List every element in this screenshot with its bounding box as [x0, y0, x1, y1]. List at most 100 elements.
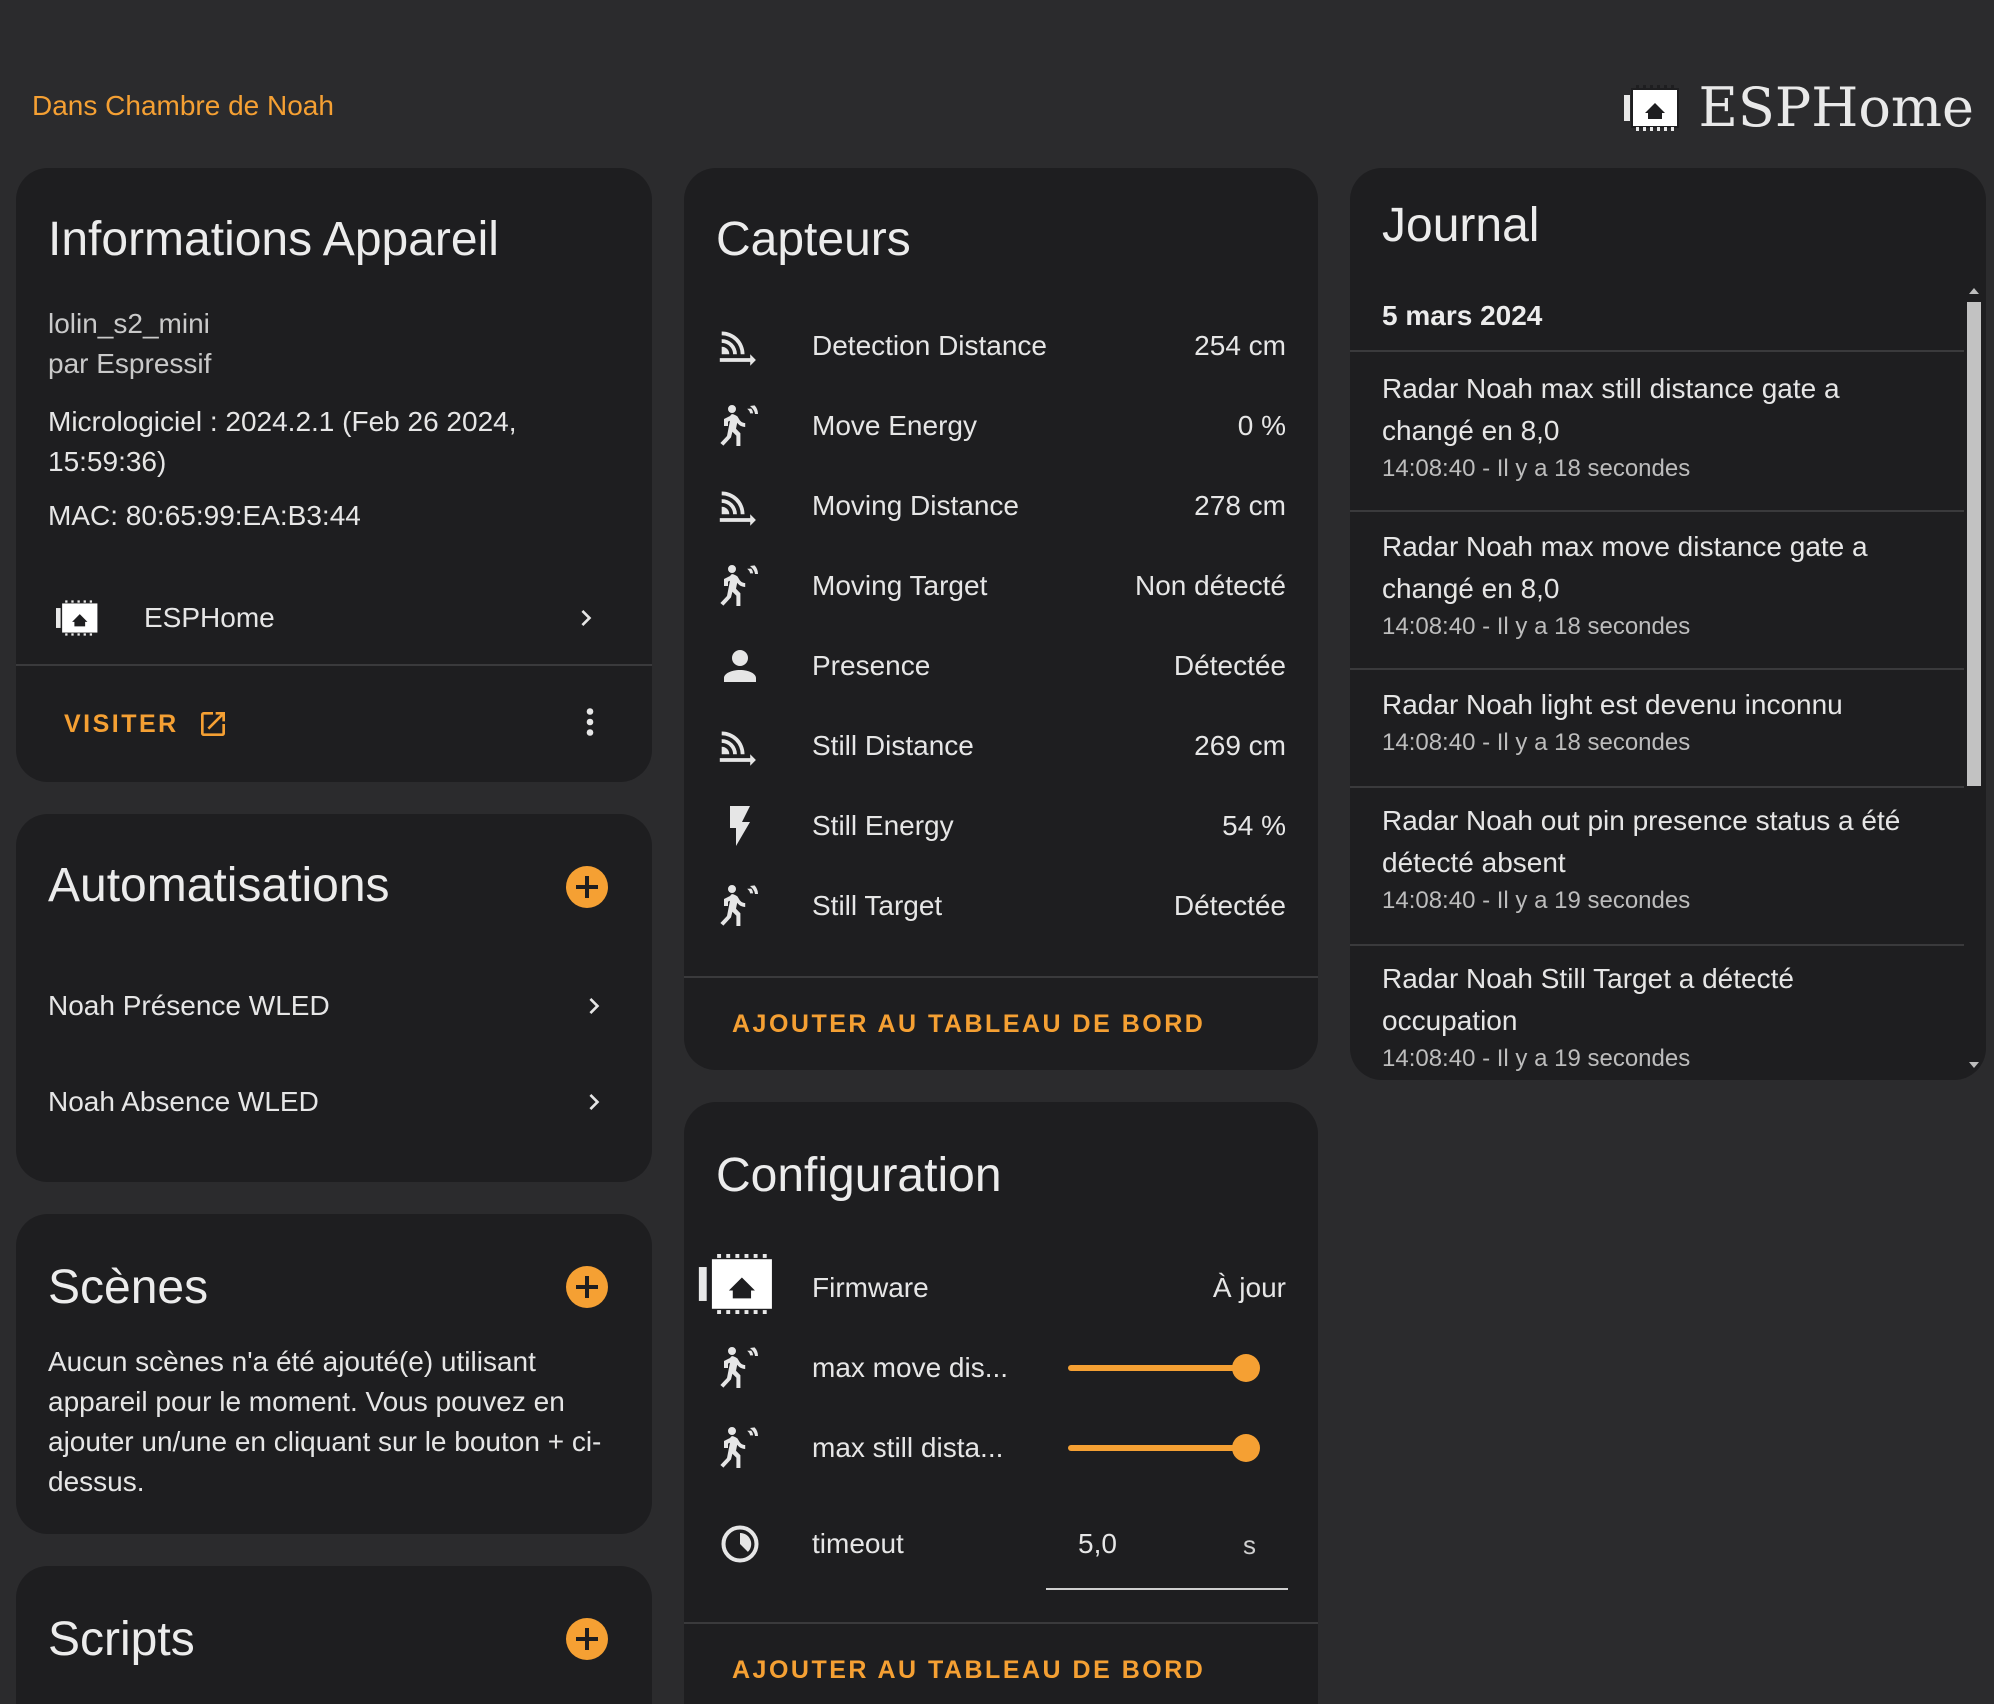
- add-automation-button[interactable]: [566, 866, 608, 908]
- firmware-row[interactable]: Firmware À jour: [684, 1248, 1318, 1328]
- log-entry[interactable]: Radar Noah out pin presence status a été…: [1350, 788, 1964, 946]
- log-message: changé en 8,0: [1382, 415, 1560, 446]
- scenes-empty-line: Aucun scènes n'a été ajouté(e) utilisant: [48, 1346, 536, 1377]
- log-entry[interactable]: Radar Noah light est devenu inconnu 14:0…: [1350, 670, 1964, 788]
- sensor-row[interactable]: Still Target Détectée: [684, 866, 1318, 946]
- open-in-new-icon: [200, 712, 225, 736]
- automation-label: Noah Présence WLED: [48, 990, 330, 1021]
- page-header: Dans Chambre de Noah ESPHome: [0, 0, 1994, 168]
- visit-button[interactable]: VISITER: [64, 708, 229, 740]
- sensor-row[interactable]: Detection Distance 254 cm: [684, 306, 1318, 386]
- sensor-value: 254 cm: [1194, 330, 1286, 361]
- scroll-down-arrow[interactable]: [1969, 1062, 1979, 1068]
- max-move-slider-handle[interactable]: [1232, 1354, 1260, 1382]
- motion-sensor-icon: [720, 885, 758, 926]
- scenes-empty-text: Aucun scènes n'a été ajouté(e) utilisant…: [48, 1342, 601, 1502]
- motion-sensor-icon: [720, 1427, 758, 1468]
- lightning-icon: [730, 806, 750, 846]
- sensors-title: Capteurs: [716, 213, 911, 266]
- log-time: 14:08:40 - Il y a 18 secondes: [1382, 455, 1691, 482]
- log-time: 14:08:40 - Il y a 18 secondes: [1382, 613, 1691, 640]
- esphome-firmware-icon: [698, 1254, 772, 1314]
- journal-card: Journal 5 mars 2024 Radar Noah max still…: [1350, 168, 1986, 1080]
- firmware-info-line1: Micrologiciel : 2024.2.1 (Feb 26 2024,: [48, 406, 517, 437]
- automation-label: Noah Absence WLED: [48, 1086, 319, 1117]
- chevron-right-icon: [589, 1094, 600, 1110]
- log-entry[interactable]: Radar Noah Still Target a détecté occupa…: [1350, 946, 1964, 1080]
- sensor-value: Détectée: [1173, 650, 1286, 681]
- sensors-card: Capteurs Detection Distance 254 cm Move …: [684, 168, 1318, 1070]
- add-script-button[interactable]: [566, 1618, 608, 1660]
- log-message: détecté absent: [1382, 847, 1566, 878]
- device-info-title: Informations Appareil: [48, 213, 499, 266]
- sensor-row[interactable]: Still Energy 54 %: [684, 786, 1318, 866]
- esphome-logo-icon: [1624, 84, 1680, 131]
- automation-item[interactable]: Noah Absence WLED: [16, 1062, 652, 1142]
- scenes-empty-line: dessus.: [48, 1466, 145, 1497]
- device-info-card: Informations Appareil lolin_s2_mini par …: [16, 168, 652, 782]
- account-icon: [724, 650, 756, 682]
- sensor-value: 269 cm: [1194, 730, 1286, 761]
- scrollbar-thumb[interactable]: [1967, 302, 1981, 786]
- journal-title: Journal: [1382, 199, 1540, 252]
- scenes-empty-line: ajouter un/une en cliquant sur le bouton…: [48, 1426, 602, 1457]
- integration-row[interactable]: ESPHome: [16, 578, 652, 658]
- timer-icon: [721, 1525, 759, 1563]
- timeout-label: timeout: [812, 1528, 904, 1559]
- journal-date: 5 mars 2024: [1382, 300, 1543, 331]
- sensor-value: Détectée: [1173, 890, 1286, 921]
- sensor-value: 278 cm: [1194, 490, 1286, 521]
- sensor-value: 54 %: [1222, 810, 1286, 841]
- device-model: lolin_s2_mini: [48, 308, 210, 339]
- sensor-row[interactable]: Presence Détectée: [684, 626, 1318, 706]
- max-move-row: max move dis...: [684, 1328, 1318, 1408]
- motion-sensor-icon: [720, 405, 758, 446]
- scroll-up-arrow[interactable]: [1969, 288, 1979, 294]
- motion-sensor-icon: [720, 565, 758, 606]
- sensor-label: Detection Distance: [812, 330, 1048, 361]
- log-message: Radar Noah max move distance gate a: [1382, 531, 1868, 562]
- sensor-value: Non détecté: [1135, 570, 1286, 601]
- log-time: 14:08:40 - Il y a 19 secondes: [1382, 887, 1691, 914]
- sensors-divider: [684, 976, 1318, 978]
- sensor-row[interactable]: Still Distance 269 cm: [684, 706, 1318, 786]
- log-entry[interactable]: Radar Noah max move distance gate a chan…: [1350, 512, 1964, 670]
- visit-label: VISITER: [64, 709, 179, 738]
- area-link[interactable]: Dans Chambre de Noah: [32, 90, 334, 122]
- log-time: 14:08:40 - Il y a 18 secondes: [1382, 729, 1691, 756]
- add-to-dashboard-button[interactable]: AJOUTER AU TABLEAU DE BORD: [732, 1010, 1205, 1039]
- sensor-label: Presence: [812, 650, 931, 681]
- sensor-label: Moving Target: [812, 570, 988, 601]
- sensor-label: Still Distance: [812, 730, 974, 761]
- log-message: Radar Noah max still distance gate a: [1382, 373, 1840, 404]
- signal-distance-icon: [719, 491, 756, 526]
- automations-title: Automatisations: [48, 859, 390, 912]
- brand-text: ESPHome: [1698, 76, 1974, 139]
- sensor-row[interactable]: Moving Target Non détecté: [684, 546, 1318, 626]
- log-message: occupation: [1382, 1005, 1518, 1036]
- motion-sensor-icon: [720, 1347, 758, 1388]
- sensor-row[interactable]: Moving Distance 278 cm: [684, 466, 1318, 546]
- firmware-label: Firmware: [812, 1272, 929, 1303]
- chevron-right-icon: [589, 998, 600, 1014]
- signal-distance-icon: [719, 731, 756, 766]
- max-move-slider-track[interactable]: [1068, 1365, 1248, 1371]
- configuration-divider: [684, 1622, 1318, 1624]
- more-menu-icon[interactable]: [572, 704, 608, 740]
- timeout-row: timeout 5,0 s: [684, 1492, 1318, 1592]
- log-entry[interactable]: Radar Noah max still distance gate a cha…: [1350, 352, 1964, 512]
- max-still-slider-handle[interactable]: [1232, 1434, 1260, 1462]
- add-to-dashboard-button[interactable]: AJOUTER AU TABLEAU DE BORD: [732, 1656, 1205, 1685]
- timeout-input[interactable]: 5,0 s: [1046, 1492, 1288, 1590]
- automation-item[interactable]: Noah Présence WLED: [16, 966, 652, 1046]
- max-still-label: max still dista...: [812, 1432, 1004, 1463]
- journal-scrollbar[interactable]: [1966, 288, 1982, 1068]
- max-still-slider-track[interactable]: [1068, 1445, 1248, 1451]
- sensor-row[interactable]: Move Energy 0 %: [684, 386, 1318, 466]
- add-scene-button[interactable]: [566, 1266, 608, 1308]
- firmware-info-line2: 15:59:36): [48, 446, 167, 477]
- scripts-card: Scripts: [16, 1566, 652, 1704]
- integration-label: ESPHome: [144, 602, 275, 633]
- esphome-icon: [56, 600, 98, 636]
- scenes-title: Scènes: [48, 1261, 209, 1314]
